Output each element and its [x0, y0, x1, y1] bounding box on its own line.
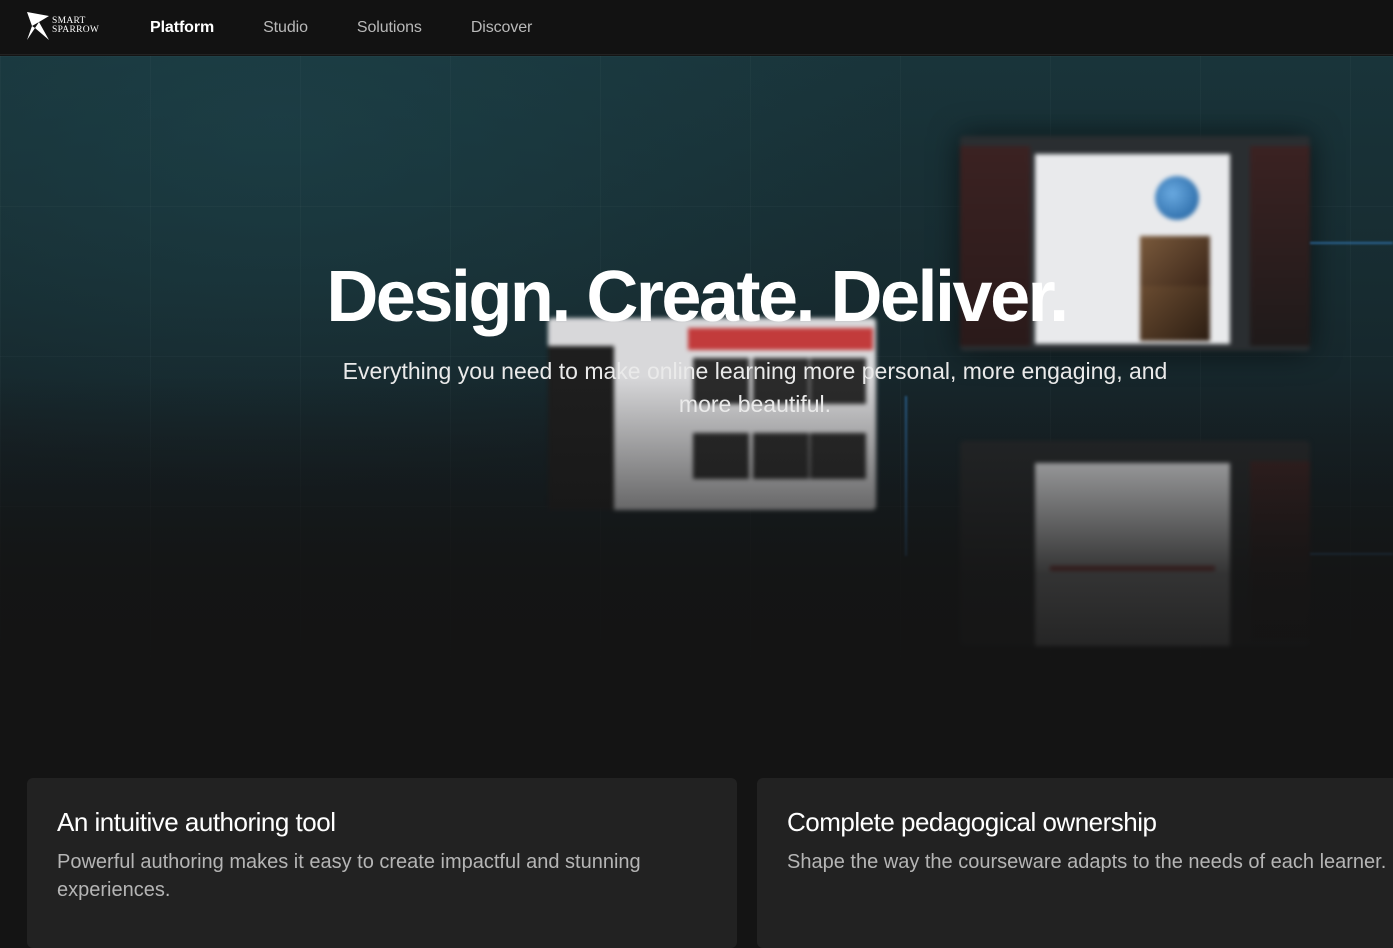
logo-wordmark: SMART SPARROW	[52, 16, 100, 35]
hero-bottom-fade	[0, 376, 1393, 736]
top-navigation-bar: SMART SPARROW Platform Studio Solutions …	[0, 0, 1393, 55]
feature-card-description: Powerful authoring makes it easy to crea…	[57, 851, 641, 901]
main-nav: Platform Studio Solutions Discover	[150, 0, 581, 55]
logo-line-2: SPARROW	[52, 25, 100, 35]
hero-section: Design. Create. Deliver. Everything you …	[0, 56, 1393, 736]
hero-title: Design. Create. Deliver.	[326, 257, 1069, 337]
smart-sparrow-logo[interactable]: SMART SPARROW	[26, 9, 106, 43]
feature-card-description: Shape the way the courseware adapts to t…	[787, 851, 1387, 873]
nav-item-studio[interactable]: Studio	[263, 19, 308, 37]
feature-card-authoring: An intuitive authoring tool Powerful aut…	[27, 778, 737, 948]
feature-card-pedagogy: Complete pedagogical ownership Shape the…	[757, 778, 1393, 948]
sparrow-logo-icon	[27, 12, 49, 40]
nav-item-solutions[interactable]: Solutions	[357, 19, 422, 37]
nav-item-discover[interactable]: Discover	[471, 19, 533, 37]
hero-subtitle: Everything you need to make online learn…	[342, 358, 1168, 417]
hero-connector-line	[1310, 242, 1393, 244]
feature-card-title: An intuitive authoring tool	[57, 807, 336, 837]
feature-card-title: Complete pedagogical ownership	[787, 807, 1157, 837]
nav-item-platform[interactable]: Platform	[150, 19, 214, 37]
